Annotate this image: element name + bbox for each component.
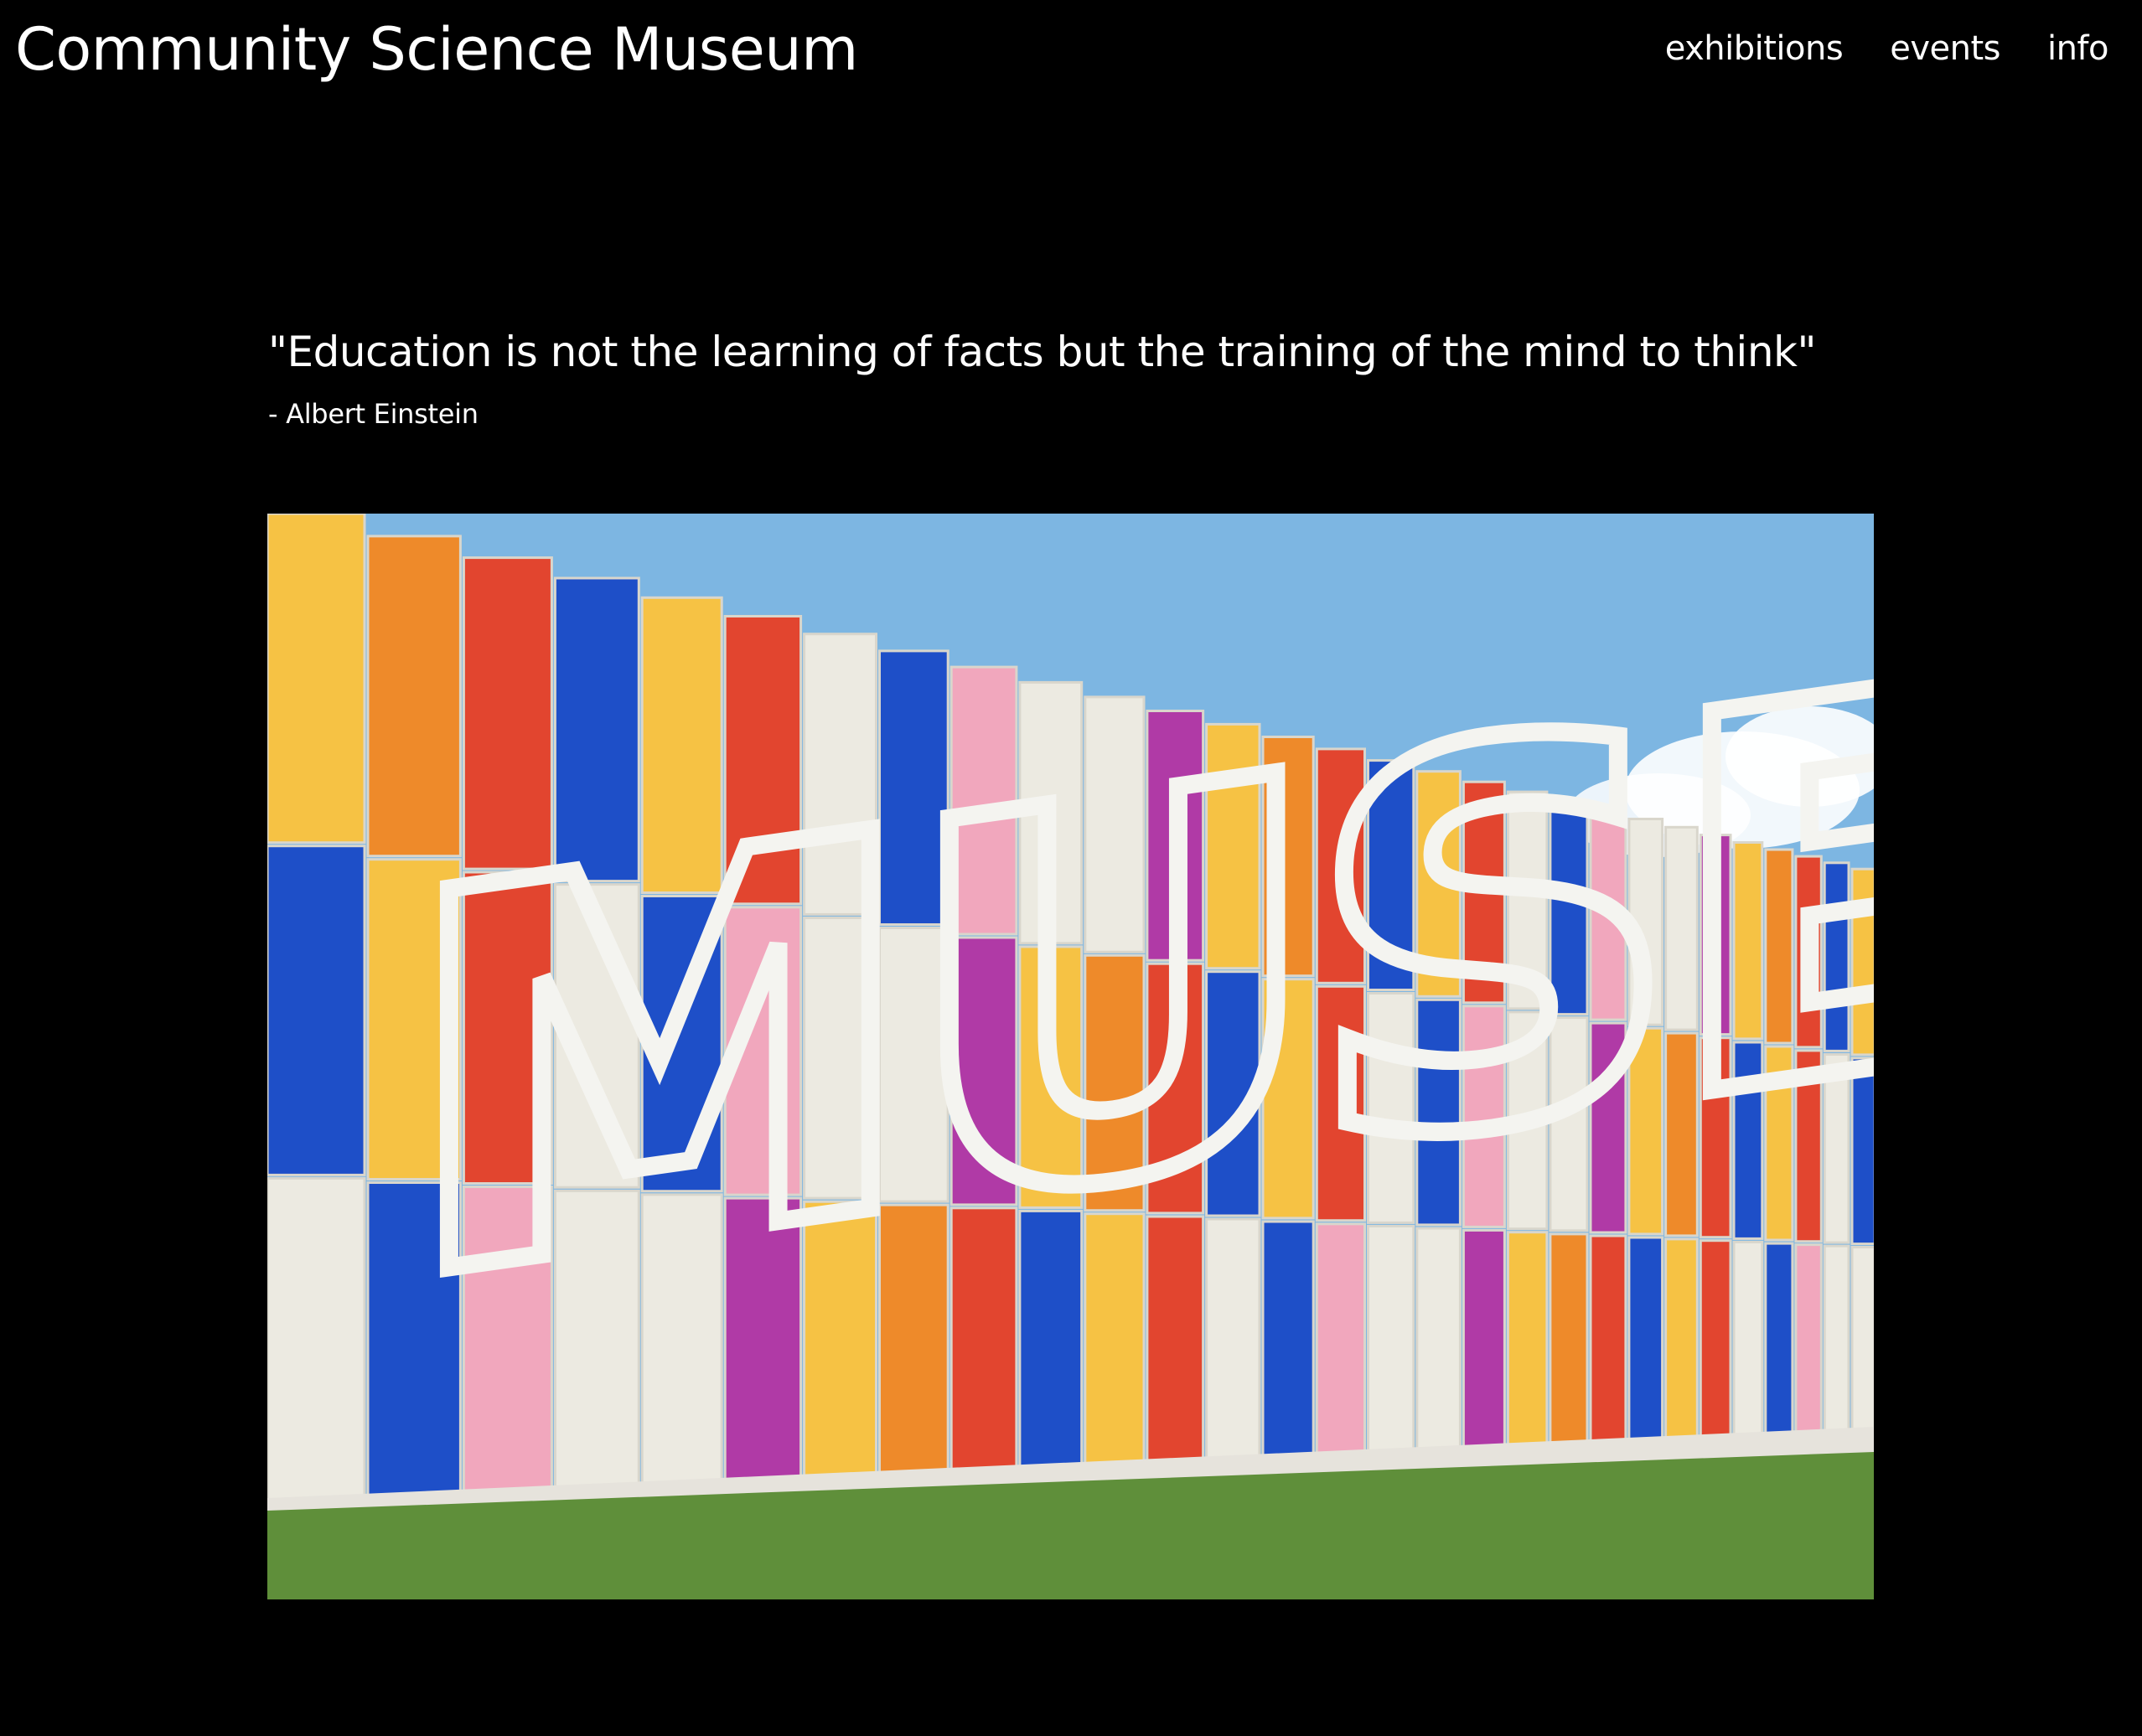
quote-text: "Education is not the learning of facts … bbox=[268, 328, 1816, 376]
facade-panel bbox=[1367, 1224, 1415, 1457]
facade-panel bbox=[267, 1176, 366, 1509]
site-title[interactable]: Community Science Museum bbox=[15, 12, 858, 87]
facade-panel bbox=[1589, 1234, 1627, 1447]
facade-panel bbox=[1415, 1227, 1462, 1455]
nav-link-exhibitions[interactable]: exhibitions bbox=[1665, 23, 1844, 74]
facade-panel bbox=[1850, 1246, 1874, 1434]
page: Community Science Museum exhibitions eve… bbox=[0, 0, 2142, 1736]
main-nav: exhibitions events info bbox=[1665, 23, 2109, 74]
facade-panel bbox=[267, 845, 366, 1176]
facade-panel bbox=[1823, 1244, 1850, 1436]
nav-link-events[interactable]: events bbox=[1890, 23, 2000, 74]
facade-panel bbox=[1664, 1237, 1699, 1444]
facade-panel bbox=[1699, 1239, 1732, 1442]
nav-link-info[interactable]: info bbox=[2047, 23, 2109, 74]
facade-panel bbox=[1549, 1232, 1589, 1449]
facade-panel bbox=[267, 514, 366, 845]
facade-panel bbox=[1794, 1243, 1823, 1437]
quote-attribution: - Albert Einstein bbox=[268, 398, 479, 430]
facade-panel bbox=[1506, 1231, 1549, 1450]
facade-panel bbox=[1627, 1236, 1664, 1445]
facade-panel bbox=[1732, 1240, 1764, 1440]
museum-facade-illustration: MUSEUM bbox=[267, 514, 1874, 1599]
museum-hero-image: MUSEUM bbox=[267, 514, 1874, 1599]
facade-panel bbox=[1462, 1228, 1506, 1453]
facade-panel bbox=[1764, 1242, 1794, 1439]
